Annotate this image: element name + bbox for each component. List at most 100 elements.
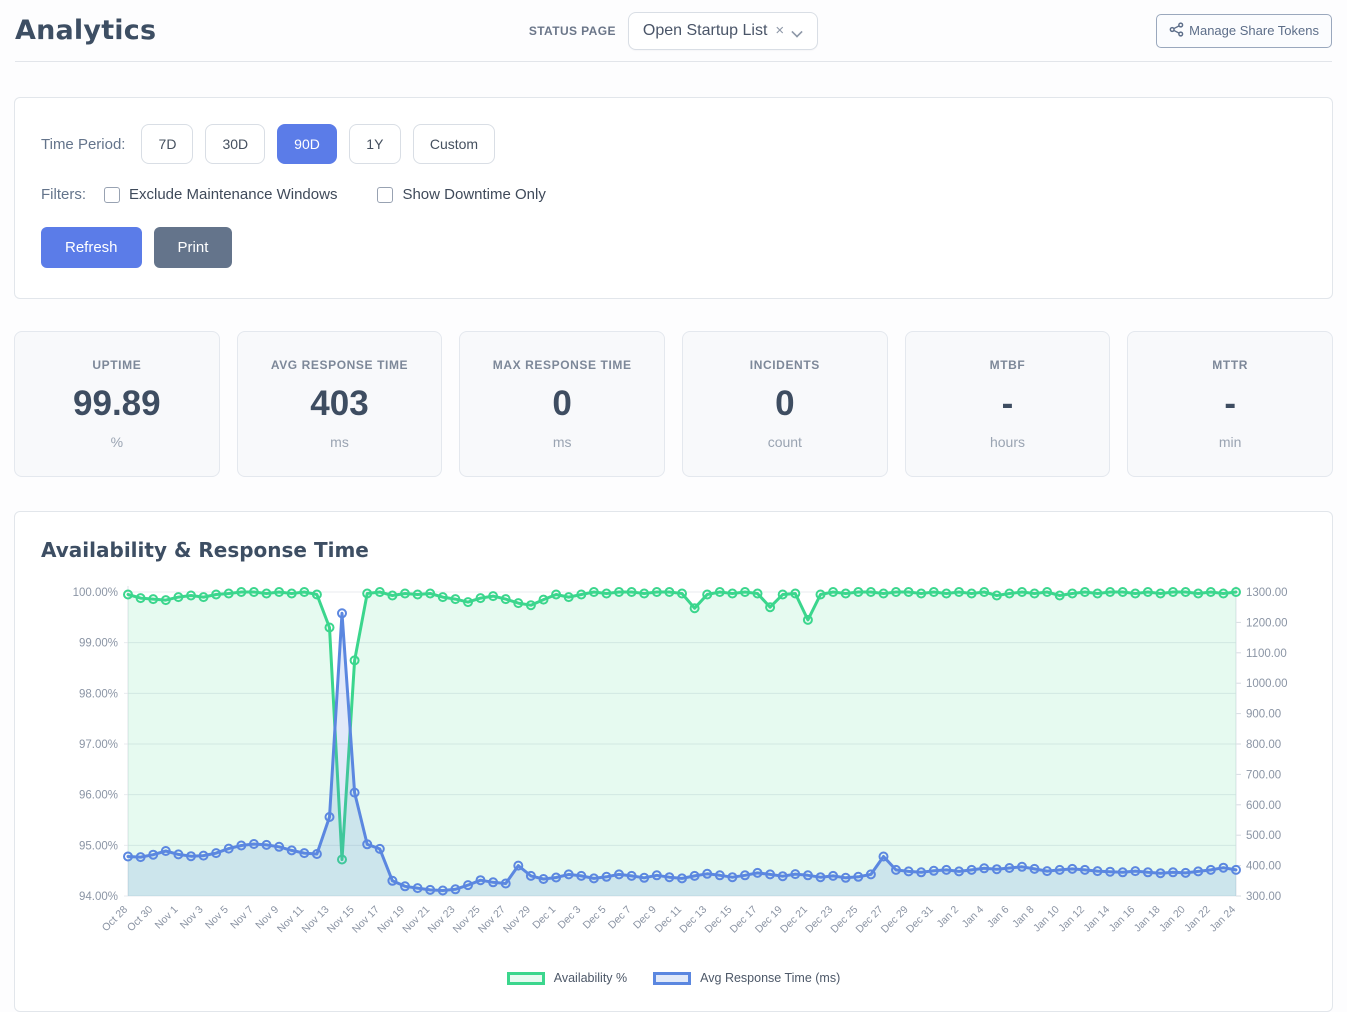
svg-text:Jan 18: Jan 18: [1132, 904, 1163, 935]
refresh-button[interactable]: Refresh: [41, 227, 142, 268]
manage-share-tokens-button[interactable]: Manage Share Tokens: [1156, 14, 1332, 48]
show-downtime-checkbox[interactable]: [377, 187, 393, 203]
svg-text:Jan 14: Jan 14: [1081, 904, 1112, 935]
manage-share-tokens-label: Manage Share Tokens: [1189, 23, 1319, 38]
svg-text:97.00%: 97.00%: [79, 739, 118, 751]
stat-value: 0: [552, 384, 571, 424]
svg-text:Dec 31: Dec 31: [904, 904, 936, 936]
period-button-90d[interactable]: 90D: [277, 124, 337, 164]
svg-text:Dec 29: Dec 29: [879, 904, 911, 936]
legend-item-availability[interactable]: Availability %: [507, 971, 627, 985]
svg-text:Dec 1: Dec 1: [530, 904, 558, 932]
exclude-maintenance-label: Exclude Maintenance Windows: [129, 186, 337, 203]
period-button-30d[interactable]: 30D: [205, 124, 265, 164]
svg-text:Jan 20: Jan 20: [1157, 904, 1188, 935]
stat-value: -: [1002, 384, 1014, 424]
svg-text:Jan 12: Jan 12: [1056, 904, 1087, 935]
period-button-custom[interactable]: Custom: [413, 124, 495, 164]
svg-text:Dec 17: Dec 17: [728, 904, 760, 936]
svg-text:900.00: 900.00: [1246, 709, 1281, 721]
svg-text:Dec 25: Dec 25: [828, 904, 860, 936]
filters-label: Filters:: [41, 186, 86, 203]
chart-area: 100.00%99.00%98.00%97.00%96.00%95.00%94.…: [41, 578, 1306, 969]
svg-text:99.00%: 99.00%: [79, 638, 118, 650]
svg-text:Jan 10: Jan 10: [1031, 904, 1062, 935]
clear-icon[interactable]: ×: [775, 23, 784, 38]
stat-value: 99.89: [73, 384, 161, 424]
availability-response-chart: 100.00%99.00%98.00%97.00%96.00%95.00%94.…: [41, 578, 1306, 964]
stat-unit: hours: [990, 434, 1025, 450]
svg-text:800.00: 800.00: [1246, 739, 1281, 751]
stat-card-mtbf: MTBF - hours: [905, 331, 1111, 477]
exclude-maintenance-checkbox-item[interactable]: Exclude Maintenance Windows: [104, 186, 337, 203]
chart-legend: Availability % Avg Response Time (ms): [41, 971, 1306, 985]
svg-text:94.00%: 94.00%: [79, 891, 118, 903]
share-icon: [1169, 22, 1184, 40]
svg-text:Jan 2: Jan 2: [934, 904, 961, 931]
svg-text:1100.00: 1100.00: [1246, 648, 1287, 660]
stat-label: MTTR: [1212, 358, 1248, 372]
svg-text:Nov 17: Nov 17: [350, 904, 382, 936]
svg-text:Dec 3: Dec 3: [556, 904, 584, 932]
svg-text:700.00: 700.00: [1246, 769, 1281, 781]
stat-unit: %: [111, 434, 123, 450]
stat-label: MTBF: [990, 358, 1026, 372]
legend-label: Avg Response Time (ms): [700, 971, 840, 985]
legend-item-response-time[interactable]: Avg Response Time (ms): [653, 971, 840, 985]
svg-text:Dec 27: Dec 27: [854, 904, 886, 936]
svg-text:600.00: 600.00: [1246, 800, 1281, 812]
stat-card-incidents: INCIDENTS 0 count: [682, 331, 888, 477]
svg-text:Nov 23: Nov 23: [425, 904, 457, 936]
stat-label: UPTIME: [92, 358, 141, 372]
legend-label: Availability %: [554, 971, 627, 985]
stat-card-mttr: MTTR - min: [1127, 331, 1333, 477]
svg-text:Dec 13: Dec 13: [677, 904, 709, 936]
svg-text:Nov 15: Nov 15: [325, 904, 357, 936]
svg-text:Dec 23: Dec 23: [803, 904, 835, 936]
svg-text:Dec 15: Dec 15: [702, 904, 734, 936]
svg-text:Jan 6: Jan 6: [985, 904, 1012, 931]
svg-text:Dec 19: Dec 19: [753, 904, 785, 936]
show-downtime-checkbox-item[interactable]: Show Downtime Only: [377, 186, 545, 203]
svg-text:500.00: 500.00: [1246, 830, 1281, 842]
period-button-1y[interactable]: 1Y: [349, 124, 401, 164]
svg-text:Nov 1: Nov 1: [153, 904, 181, 932]
svg-text:Nov 27: Nov 27: [476, 904, 508, 936]
chevron-down-icon[interactable]: [792, 27, 803, 34]
period-button-7d[interactable]: 7D: [141, 124, 193, 164]
svg-text:1300.00: 1300.00: [1246, 587, 1288, 599]
svg-text:Nov 21: Nov 21: [400, 904, 432, 936]
svg-text:Nov 19: Nov 19: [375, 904, 407, 936]
stat-unit: ms: [330, 434, 349, 450]
status-page-label: STATUS PAGE: [529, 24, 616, 38]
filter-panel: Time Period: 7D 30D 90D 1Y Custom Filter…: [14, 97, 1333, 299]
svg-text:Dec 21: Dec 21: [778, 904, 810, 936]
svg-text:1000.00: 1000.00: [1246, 678, 1288, 690]
stat-label: MAX RESPONSE TIME: [493, 358, 632, 372]
exclude-maintenance-checkbox[interactable]: [104, 187, 120, 203]
stat-unit: count: [768, 434, 802, 450]
svg-text:Oct 30: Oct 30: [125, 904, 155, 934]
svg-text:Jan 22: Jan 22: [1182, 904, 1213, 935]
svg-text:98.00%: 98.00%: [79, 688, 118, 700]
stat-value: 0: [775, 384, 794, 424]
stat-card-avg-response: AVG RESPONSE TIME 403 ms: [237, 331, 443, 477]
svg-text:100.00%: 100.00%: [73, 587, 118, 599]
stat-card-max-response: MAX RESPONSE TIME 0 ms: [459, 331, 665, 477]
svg-text:Jan 16: Jan 16: [1107, 904, 1138, 935]
response-time-swatch: [653, 972, 691, 985]
page-title: Analytics: [15, 15, 410, 46]
availability-swatch: [507, 972, 545, 985]
stat-unit: min: [1219, 434, 1242, 450]
stat-value: 403: [310, 384, 368, 424]
status-page-select[interactable]: Open Startup List ×: [628, 12, 818, 50]
stat-label: AVG RESPONSE TIME: [271, 358, 408, 372]
availability-chart-card: Availability & Response Time 100.00%99.0…: [14, 511, 1333, 1012]
time-period-label: Time Period:: [41, 136, 125, 153]
svg-text:96.00%: 96.00%: [79, 790, 118, 802]
svg-text:Nov 13: Nov 13: [300, 904, 332, 936]
svg-text:Nov 3: Nov 3: [178, 904, 206, 932]
print-button[interactable]: Print: [154, 227, 233, 268]
svg-text:Nov 29: Nov 29: [501, 904, 533, 936]
stats-row: UPTIME 99.89 % AVG RESPONSE TIME 403 ms …: [14, 331, 1333, 477]
